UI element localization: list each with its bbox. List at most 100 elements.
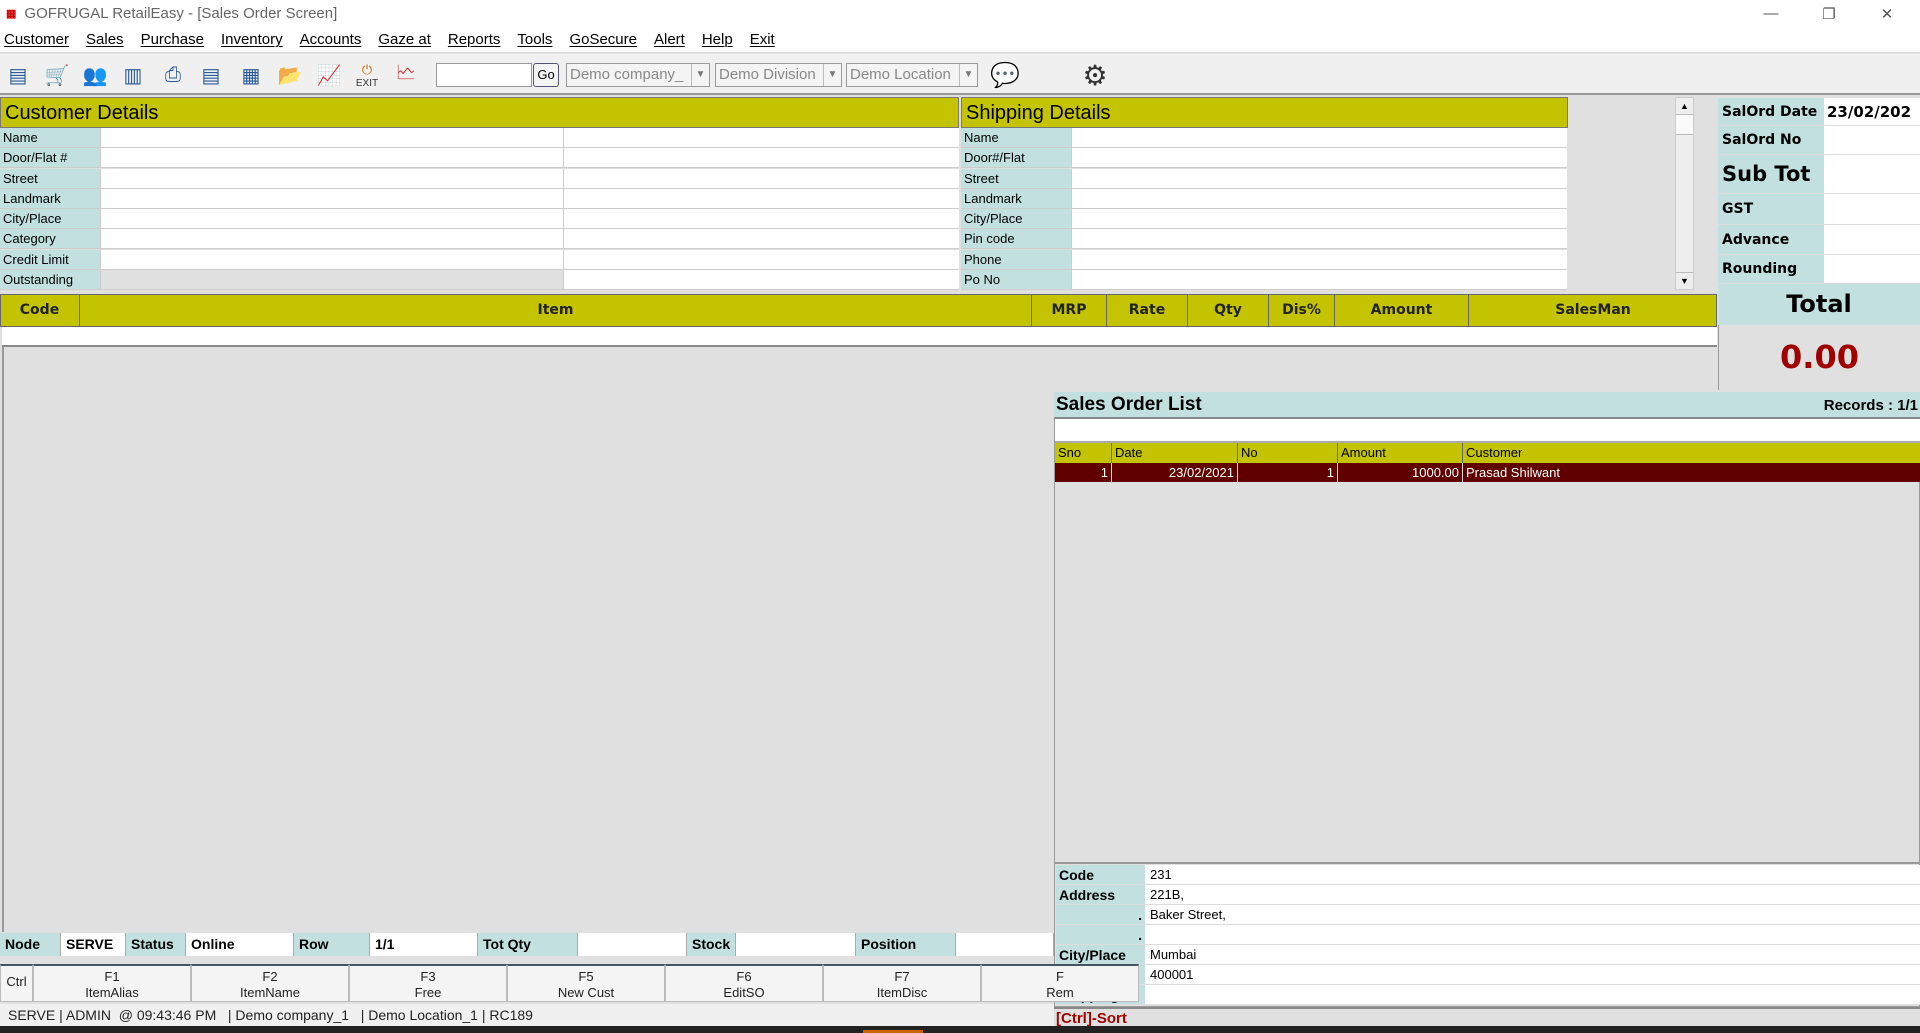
sales-order-list-header: Sales Order List Records : 1/1 [1054,392,1920,419]
order-customer: Prasad Shilwant [1463,463,1920,482]
ol-col-no[interactable]: No [1238,443,1338,463]
col-salesman[interactable]: SalesMan [1469,294,1717,327]
col-code[interactable]: Code [0,294,80,327]
fkey-label: Free [414,985,442,1000]
customer-field-input[interactable] [100,249,563,270]
col-rate[interactable]: Rate [1107,294,1188,327]
position-label: Position [856,933,956,956]
cart-document-icon[interactable]: 🛒 [42,61,72,89]
shipping-field-input[interactable] [1071,269,1567,290]
scroll-thumb[interactable] [1676,115,1693,135]
menu-purchase[interactable]: Purchase [141,31,204,48]
restore-button[interactable]: ❐ [1800,0,1858,27]
salord-no-label: SalOrd No [1718,126,1824,155]
shipping-field-input[interactable] [1071,148,1567,169]
shipping-field-label: Po No [961,269,1071,290]
col-amount[interactable]: Amount [1335,294,1469,327]
shipping-field-input[interactable] [1071,128,1567,148]
menu-inventory[interactable]: Inventory [221,31,283,48]
shipping-field-label: Phone [961,249,1071,270]
ctrl-key[interactable]: Ctrl [0,964,33,1002]
salord-no-value[interactable] [1824,126,1920,155]
menu-accounts[interactable]: Accounts [300,31,362,48]
fkey-button[interactable]: F1 ItemAlias [33,964,191,1002]
fkey-button[interactable]: F7 ItemDisc [823,964,981,1002]
fkey-button[interactable]: F5 New Cust [507,964,665,1002]
shipping-field-input[interactable] [1071,188,1567,209]
ol-col-amount[interactable]: Amount [1338,443,1463,463]
customer-field-input-2[interactable] [563,128,959,148]
col-dis[interactable]: Dis% [1269,294,1335,327]
customer-field-input-2[interactable] [563,168,959,189]
customer-field-input-2[interactable] [563,269,959,290]
report-icon[interactable]: ▤ [196,61,226,89]
menu-tools[interactable]: Tools [517,31,552,48]
customer-field-input-2[interactable] [563,209,959,229]
scroll-up-icon[interactable]: ▲ [1676,98,1693,115]
salord-date-value[interactable]: 23/02/202 [1824,98,1920,126]
exit-button[interactable]: ⏻ EXIT [352,61,382,89]
customer-field-input-2[interactable] [563,148,959,169]
customer-field-input[interactable] [100,229,563,250]
chart-icon[interactable]: 📈 [314,61,344,89]
division-select[interactable]: Demo Division ▼ [715,63,842,87]
menu-exit[interactable]: Exit [750,31,775,48]
fkey-button[interactable]: F6 EditSO [665,964,823,1002]
location-select[interactable]: Demo Location ▼ [846,63,978,87]
scrollbar[interactable]: ▲ ▼ [1675,97,1694,290]
customer-field-input[interactable] [100,188,563,209]
customers-icon[interactable]: 👥 [80,61,110,89]
customer-field-input[interactable] [100,209,563,229]
col-mrp[interactable]: MRP [1032,294,1107,327]
detail-value [1145,985,1920,1005]
item-entry-row[interactable] [2,327,1717,347]
fkey-button[interactable]: F3 Free [349,964,507,1002]
shipping-field-input[interactable] [1071,209,1567,229]
menu-gaze-at[interactable]: Gaze at [378,31,431,48]
fkey-button[interactable]: F Rem [981,964,1139,1002]
minimize-button[interactable]: — [1742,0,1800,27]
folder-icon[interactable]: 📂 [275,61,305,89]
gst-value [1824,194,1920,225]
ol-col-customer[interactable]: Customer [1463,443,1920,463]
search-input[interactable] [436,63,532,87]
gear-icon[interactable]: ⚙ [1080,60,1110,91]
cart-report-icon[interactable]: ▦ [236,61,266,89]
shipping-field-input[interactable] [1071,249,1567,270]
shipping-field-input[interactable] [1071,168,1567,189]
ol-col-date[interactable]: Date [1112,443,1238,463]
divider [1055,862,1920,864]
go-button[interactable]: Go [533,63,559,87]
menu-customer[interactable]: Customer [4,31,69,48]
customer-field-input[interactable] [100,128,563,148]
chat-icon[interactable]: 💬 [990,61,1020,89]
customer-field-input-2[interactable] [563,188,959,209]
menu-reports[interactable]: Reports [448,31,501,48]
customer-field-input[interactable] [100,269,563,290]
graph-report-icon[interactable]: 🗠 [391,61,421,89]
col-qty[interactable]: Qty [1188,294,1269,327]
close-button[interactable]: ✕ [1858,0,1916,27]
customer-field-input-2[interactable] [563,229,959,250]
fkey-button[interactable]: F2 ItemName [191,964,349,1002]
menu-gosecure[interactable]: GoSecure [569,31,637,48]
print-icon[interactable]: ⎙ [158,61,188,89]
company-select[interactable]: Demo company_ ▼ [566,63,710,87]
customer-details-title: Customer Details [0,97,959,128]
customer-field-input-2[interactable] [563,249,959,270]
customer-field-input[interactable] [100,168,563,189]
ol-col-sno[interactable]: Sno [1055,443,1112,463]
customer-field-input[interactable] [100,148,563,169]
menu-alert[interactable]: Alert [654,31,685,48]
shipping-field-input[interactable] [1071,229,1567,250]
detail-value: Mumbai [1145,945,1920,965]
fkey-key: F1 [104,969,120,984]
menu-help[interactable]: Help [702,31,733,48]
order-search-row[interactable] [1055,419,1920,443]
col-item[interactable]: Item [80,294,1032,327]
chevron-down-icon: ▼ [823,64,841,86]
new-document-icon[interactable]: ▤ [3,61,33,89]
scroll-down-icon[interactable]: ▼ [1676,272,1693,289]
menu-sales[interactable]: Sales [86,31,124,48]
barcode-icon[interactable]: ▥ [118,61,148,89]
